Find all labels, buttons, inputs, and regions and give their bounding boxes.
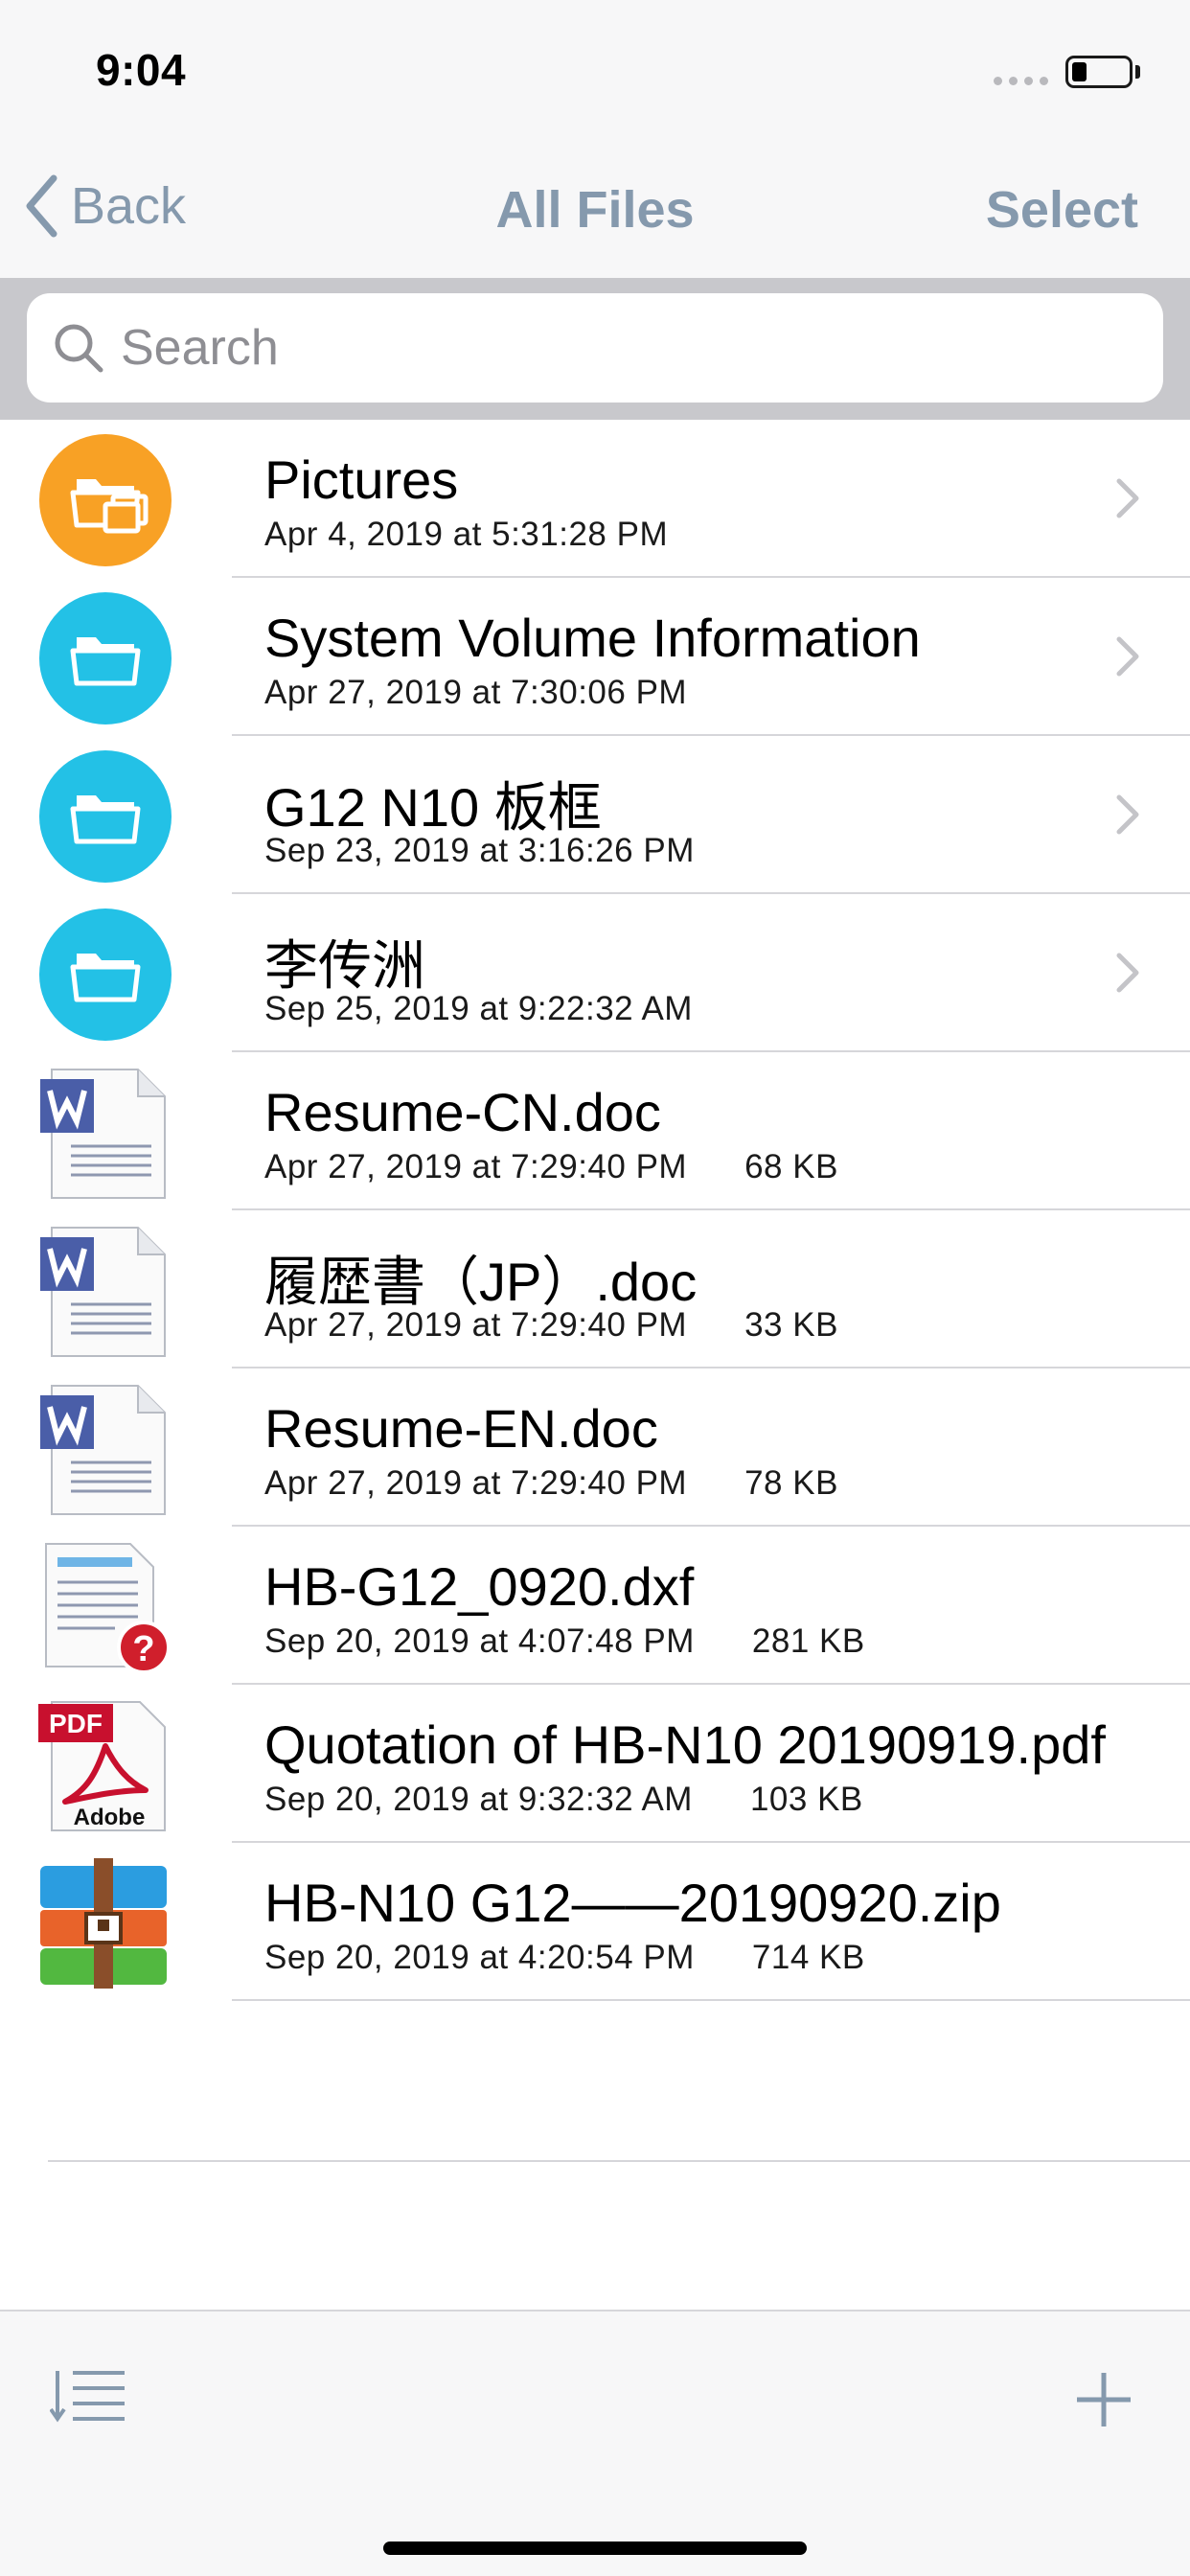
pdf-file-icon: PDF Adobe bbox=[38, 1698, 172, 1832]
file-date: Sep 20, 2019 at 9:32:32 AM bbox=[264, 1781, 693, 1818]
chevron-right-icon bbox=[1115, 635, 1140, 682]
svg-text:?: ? bbox=[132, 1629, 154, 1669]
file-date: Sep 20, 2019 at 4:07:48 PM bbox=[264, 1622, 695, 1660]
battery-icon bbox=[1065, 56, 1133, 88]
word-document-icon bbox=[38, 1066, 172, 1200]
file-name: System Volume Information bbox=[264, 608, 921, 668]
signal-icon bbox=[994, 77, 1048, 85]
folder-icon bbox=[38, 749, 172, 884]
file-meta: Sep 23, 2019 at 3:16:26 PM bbox=[264, 832, 695, 870]
list-divider bbox=[48, 2160, 1190, 2162]
unknown-file-icon: ? bbox=[38, 1540, 172, 1674]
file-name: Pictures bbox=[264, 449, 459, 510]
row-separator bbox=[232, 1999, 1190, 2001]
folder-row[interactable]: G12 N10 板框 Sep 23, 2019 at 3:16:26 PM bbox=[0, 736, 1190, 894]
file-name: HB-N10 G12——20190920.zip bbox=[264, 1873, 1001, 1933]
folder-row[interactable]: System Volume Information Apr 27, 2019 at… bbox=[0, 578, 1190, 736]
status-bar: 9:04 bbox=[0, 0, 1190, 134]
file-name: Resume-CN.doc bbox=[264, 1082, 661, 1142]
file-name: Resume-EN.doc bbox=[264, 1398, 658, 1459]
file-name: G12 N10 板框 bbox=[264, 777, 602, 838]
search-field[interactable] bbox=[27, 293, 1163, 402]
folder-row[interactable]: Pictures Apr 4, 2019 at 5:31:28 PM bbox=[0, 420, 1190, 578]
file-date: Apr 27, 2019 at 7:30:06 PM bbox=[264, 674, 688, 711]
search-icon bbox=[55, 324, 103, 373]
folder-icon bbox=[38, 908, 172, 1042]
file-row[interactable]: Resume-CN.doc Apr 27, 2019 at 7:29:40 PM 6… bbox=[0, 1052, 1190, 1210]
svg-text:PDF: PDF bbox=[49, 1709, 103, 1738]
file-date: Sep 20, 2019 at 4:20:54 PM bbox=[264, 1939, 695, 1976]
folder-icon bbox=[38, 591, 172, 725]
file-meta: Sep 20, 2019 at 4:07:48 PM 281 KB bbox=[264, 1622, 865, 1661]
word-document-icon bbox=[38, 1382, 172, 1516]
file-row[interactable]: Resume-EN.doc Apr 27, 2019 at 7:29:40 PM 7… bbox=[0, 1368, 1190, 1527]
select-button[interactable]: Select bbox=[986, 180, 1138, 240]
zip-archive-icon bbox=[38, 1856, 172, 1990]
search-input[interactable] bbox=[121, 319, 1127, 377]
file-row[interactable]: HB-N10 G12——20190920.zip Sep 20, 2019 at … bbox=[0, 1843, 1190, 2001]
file-meta: Sep 20, 2019 at 9:32:32 AM 103 KB bbox=[264, 1781, 863, 1819]
file-date: Apr 4, 2019 at 5:31:28 PM bbox=[264, 516, 669, 553]
file-meta: Sep 25, 2019 at 9:22:32 AM bbox=[264, 990, 693, 1028]
file-date: Apr 27, 2019 at 7:29:40 PM bbox=[264, 1464, 688, 1502]
file-row[interactable]: 履歴書（JP）.doc Apr 27, 2019 at 7:29:40 PM 33 … bbox=[0, 1210, 1190, 1368]
file-list: Pictures Apr 4, 2019 at 5:31:28 PM System … bbox=[0, 420, 1190, 2001]
chevron-right-icon bbox=[1115, 952, 1140, 999]
folder-row[interactable]: 李传洲 Sep 25, 2019 at 9:22:32 AM bbox=[0, 894, 1190, 1052]
file-meta: Apr 27, 2019 at 7:29:40 PM 33 KB bbox=[264, 1306, 838, 1345]
add-button[interactable] bbox=[1073, 2369, 1134, 2435]
chevron-right-icon bbox=[1115, 794, 1140, 840]
search-bar bbox=[0, 280, 1190, 420]
file-date: Sep 23, 2019 at 3:16:26 PM bbox=[264, 832, 695, 869]
file-row[interactable]: PDF Adobe Quotation of HB-N10 20190919.pdf… bbox=[0, 1685, 1190, 1843]
file-size: 68 KB bbox=[744, 1148, 838, 1185]
file-size: 33 KB bbox=[744, 1306, 838, 1344]
file-meta: Apr 4, 2019 at 5:31:28 PM bbox=[264, 516, 668, 554]
file-row[interactable]: ? HB-G12_0920.dxf Sep 20, 2019 at 4:07:48 … bbox=[0, 1527, 1190, 1685]
battery-cap bbox=[1135, 65, 1140, 79]
file-date: Sep 25, 2019 at 9:22:32 AM bbox=[264, 990, 693, 1027]
file-meta: Sep 20, 2019 at 4:20:54 PM 714 KB bbox=[264, 1939, 865, 1977]
sort-button[interactable] bbox=[49, 2367, 126, 2429]
file-size: 281 KB bbox=[751, 1622, 865, 1660]
file-name: Quotation of HB-N10 20190919.pdf bbox=[264, 1714, 1106, 1775]
sort-list-icon bbox=[49, 2371, 125, 2423]
file-meta: Apr 27, 2019 at 7:29:40 PM 78 KB bbox=[264, 1464, 838, 1503]
file-name: 履歴書（JP）.doc bbox=[264, 1252, 698, 1312]
file-meta: Apr 27, 2019 at 7:29:40 PM 68 KB bbox=[264, 1148, 838, 1186]
file-size: 714 KB bbox=[751, 1939, 865, 1976]
file-date: Apr 27, 2019 at 7:29:40 PM bbox=[264, 1148, 688, 1185]
file-name: HB-G12_0920.dxf bbox=[264, 1556, 695, 1617]
file-size: 78 KB bbox=[744, 1464, 838, 1502]
bottom-toolbar bbox=[0, 2310, 1190, 2576]
file-name: 李传洲 bbox=[264, 935, 425, 996]
file-size: 103 KB bbox=[749, 1781, 863, 1818]
svg-text:Adobe: Adobe bbox=[74, 1805, 146, 1830]
home-indicator bbox=[383, 2542, 807, 2555]
navigation-bar: Back All Files Select bbox=[0, 134, 1190, 280]
pictures-folder-icon bbox=[38, 433, 172, 567]
file-meta: Apr 27, 2019 at 7:30:06 PM bbox=[264, 674, 687, 712]
word-document-icon bbox=[38, 1224, 172, 1358]
status-time: 9:04 bbox=[96, 45, 187, 95]
file-date: Apr 27, 2019 at 7:29:40 PM bbox=[264, 1306, 688, 1344]
plus-icon bbox=[1077, 2373, 1131, 2426]
chevron-right-icon bbox=[1115, 477, 1140, 524]
